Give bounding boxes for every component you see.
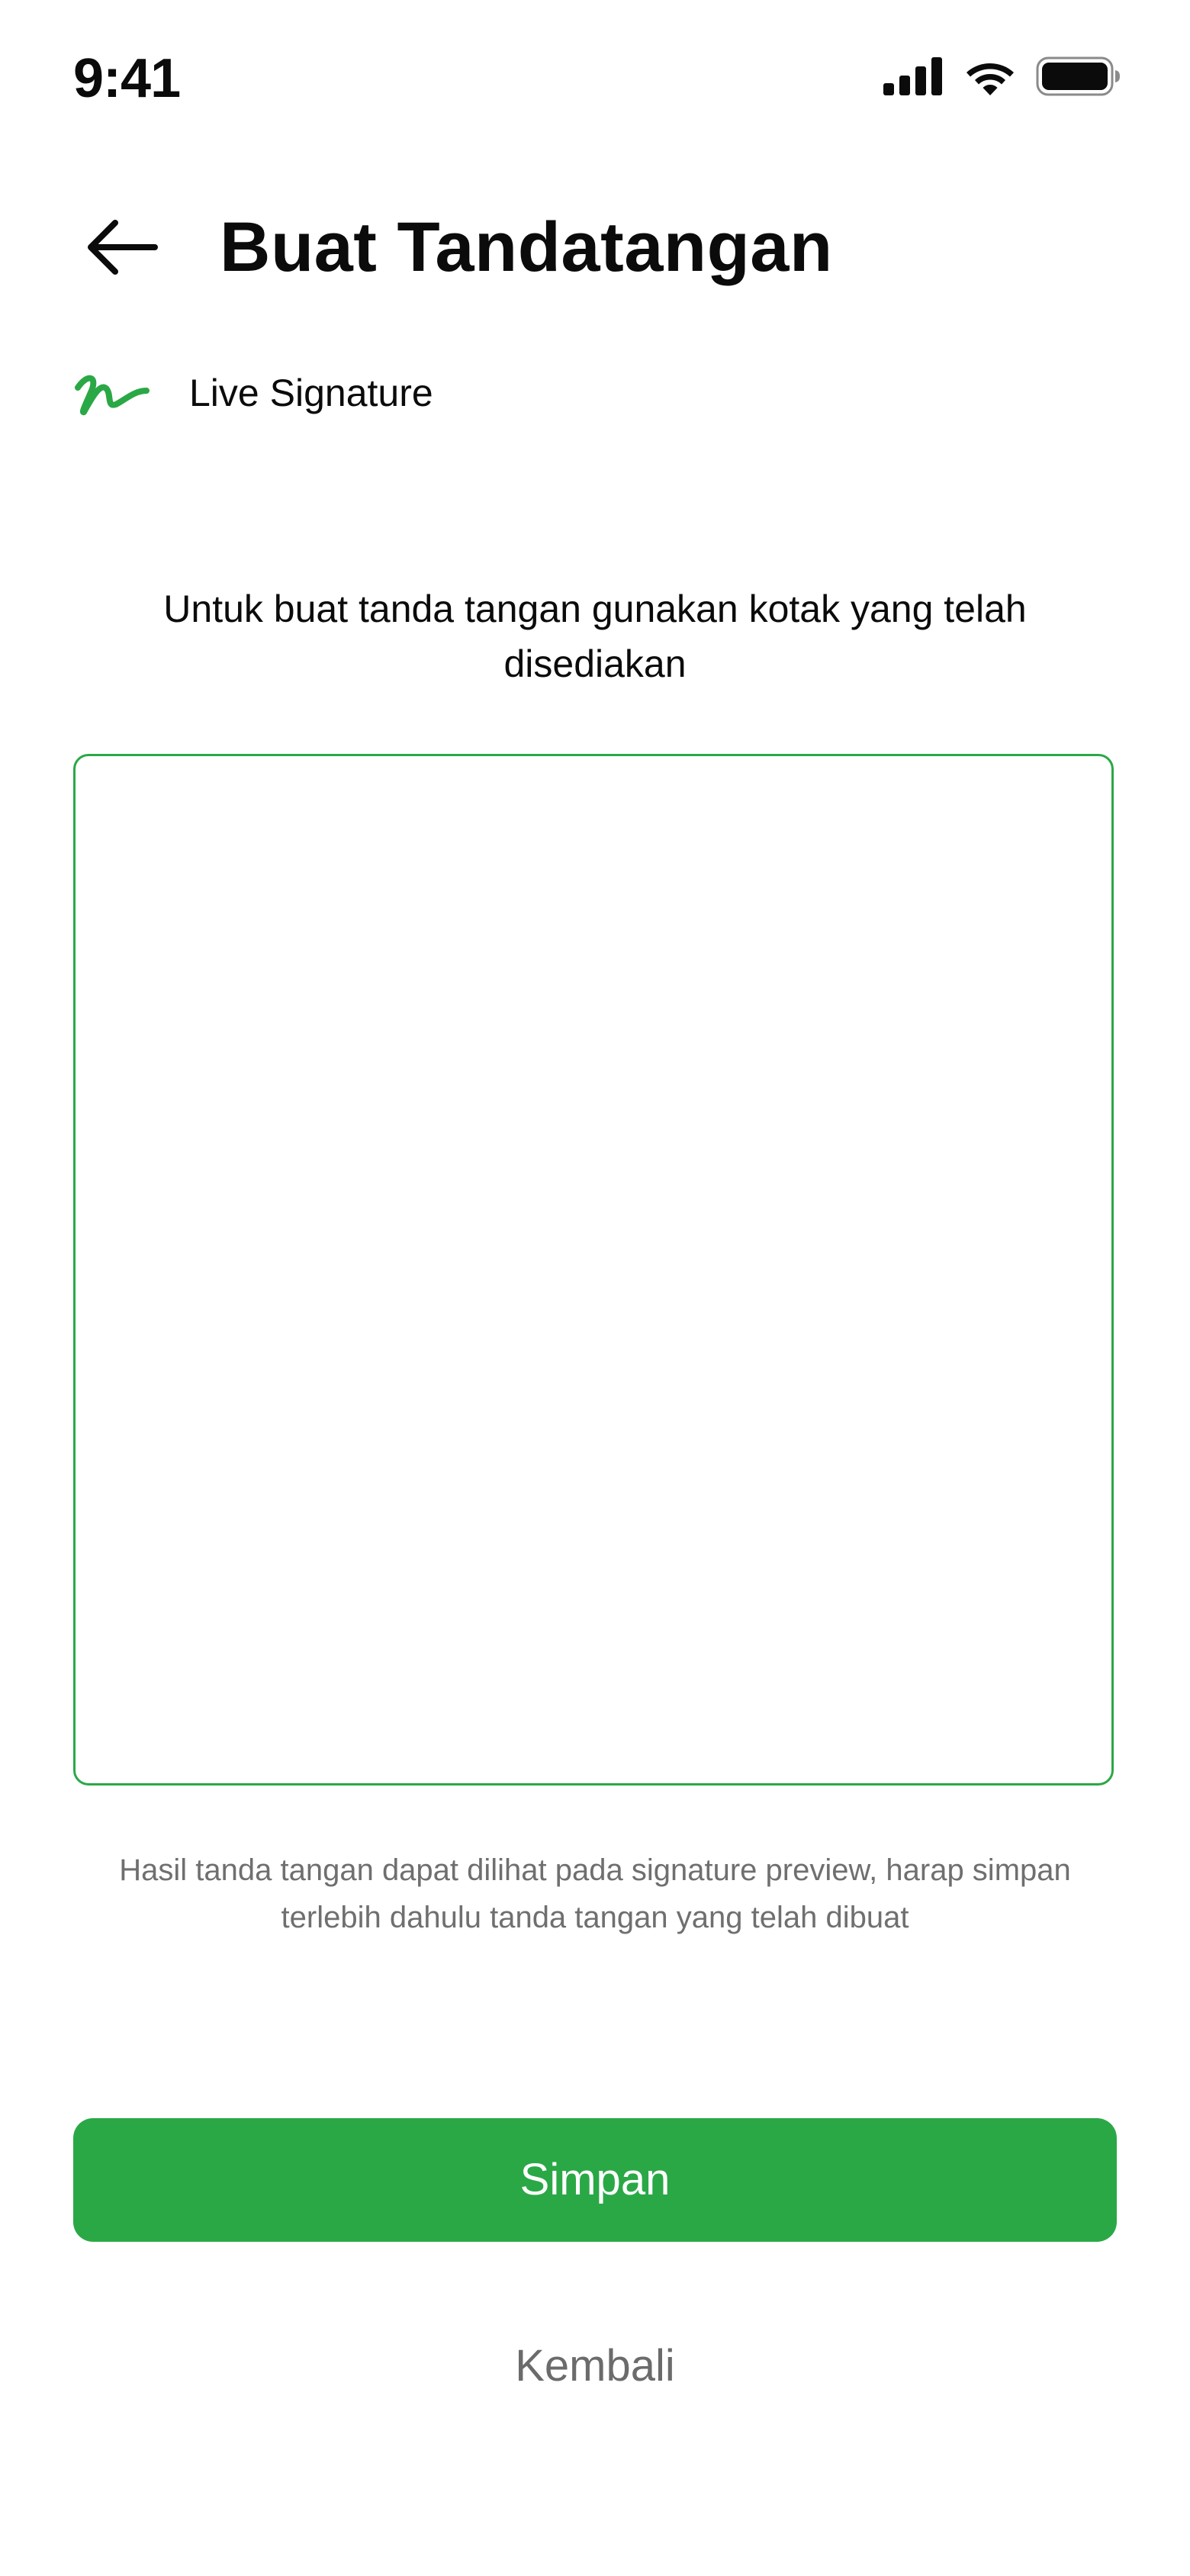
status-time: 9:41 <box>73 48 181 109</box>
page-title: Buat Tandatangan <box>220 208 833 286</box>
back-link[interactable]: Kembali <box>366 2333 824 2399</box>
signature-canvas[interactable] <box>73 754 1114 1785</box>
status-icons <box>883 53 1121 99</box>
signal-icon <box>883 57 944 95</box>
live-signature-label: Live Signature <box>189 372 433 414</box>
battery-icon <box>1036 56 1121 96</box>
signature-scribble-icon <box>73 366 150 420</box>
save-button[interactable]: Simpan <box>73 2118 1117 2242</box>
instruction-text: Untuk buat tanda tangan gunakan kotak ya… <box>163 588 1027 685</box>
arrow-left-icon <box>83 217 159 282</box>
wifi-icon <box>964 57 1016 95</box>
back-button[interactable] <box>79 211 163 287</box>
signature-hint-text: Hasil tanda tangan dapat dilihat pada si… <box>119 1853 1071 1934</box>
status-bar: 9:41 <box>0 0 1190 153</box>
live-signature-tab[interactable]: Live Signature <box>73 359 433 427</box>
